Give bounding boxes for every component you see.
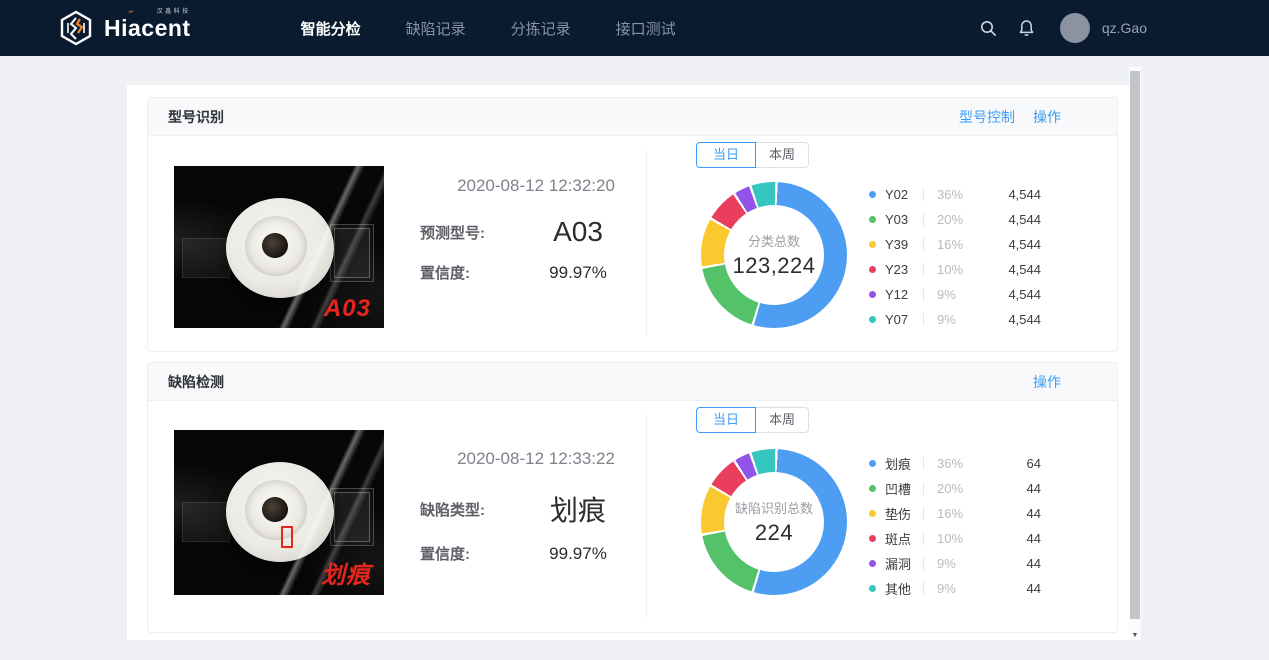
legend-item[interactable]: Y39 16% 4,544 — [869, 232, 1041, 257]
legend-dot — [869, 191, 876, 198]
chart-section: 当日 本周 分类总数 123,224 Y02 36% 4,544 — [668, 136, 1117, 350]
vertical-divider — [646, 415, 647, 617]
nav-item-defect-records[interactable]: 缺陷记录 — [406, 18, 466, 39]
navbar-right: qz.Gao — [980, 13, 1147, 43]
defect-bounding-box — [281, 526, 293, 548]
card-model-body: A03 2020-08-12 12:32:20 预测型号: A03 置信度: 9… — [148, 136, 1117, 350]
scrollbar: ▼ — [1129, 67, 1141, 640]
bell-icon[interactable] — [1018, 19, 1036, 37]
top-navbar: ˝ Hiacent 汉鑫科技 智能分检 缺陷记录 分拣记录 接口测试 qz.Ga… — [0, 0, 1269, 56]
legend-item[interactable]: Y07 9% 4,544 — [869, 307, 1041, 332]
recognition-info: 2020-08-12 12:32:20 预测型号: A03 置信度: 99.97… — [420, 176, 652, 297]
period-toggle: 当日 本周 — [696, 407, 809, 433]
vertical-divider — [646, 150, 647, 336]
chart-legend: 划痕 36% 64 凹槽 20% 44 垫伤 16% 44 — [869, 451, 1041, 601]
confidence-label: 置信度: — [420, 543, 504, 564]
user-avatar[interactable] — [1060, 13, 1090, 43]
legend-dot — [869, 535, 876, 542]
inspection-photo: 划痕 — [174, 430, 384, 595]
operate-link[interactable]: 操作 — [1033, 107, 1061, 127]
defect-type-label: 缺陷类型: — [420, 499, 504, 520]
donut-center: 分类总数 123,224 — [724, 205, 824, 305]
legend-item[interactable]: 凹槽 20% 44 — [869, 476, 1041, 501]
donut-center-value: 123,224 — [732, 253, 815, 279]
card-model-recognition: 型号识别 型号控制 操作 A03 2020-08-12 12:32:20 预测型… — [147, 97, 1118, 352]
chart-legend: Y02 36% 4,544 Y03 20% 4,544 Y39 16% — [869, 182, 1041, 332]
operate-link[interactable]: 操作 — [1033, 372, 1061, 392]
legend-dot — [869, 241, 876, 248]
fixture-right — [330, 224, 374, 282]
scrollbar-down-arrow-icon[interactable]: ▼ — [1129, 632, 1141, 639]
toggle-week-button[interactable]: 本周 — [755, 142, 809, 168]
legend-dot — [869, 291, 876, 298]
toggle-today-button[interactable]: 当日 — [696, 407, 756, 433]
username-label[interactable]: qz.Gao — [1102, 20, 1147, 36]
donut-chart[interactable]: 缺陷识别总数 224 — [701, 449, 847, 595]
fixture-right — [330, 488, 374, 546]
legend-dot — [869, 316, 876, 323]
search-icon[interactable] — [980, 19, 998, 37]
model-control-link[interactable]: 型号控制 — [959, 107, 1015, 127]
photo-annotation-label: A03 — [324, 295, 371, 323]
chart-section: 当日 本周 缺陷识别总数 224 划痕 36% 64 — [668, 401, 1117, 631]
brand-hexagon-icon — [58, 10, 94, 46]
predicted-model-value: A03 — [504, 216, 652, 248]
donut-center-value: 224 — [755, 520, 793, 546]
legend-dot — [869, 485, 876, 492]
fixture-left — [182, 238, 230, 278]
legend-dot — [869, 510, 876, 517]
donut-center-label: 分类总数 — [748, 231, 800, 250]
legend-dot — [869, 266, 876, 273]
photo-annotation-label: 划痕 — [321, 555, 371, 590]
legend-dot — [869, 460, 876, 467]
donut-center: 缺陷识别总数 224 — [724, 472, 824, 572]
card-defect-header: 缺陷检测 操作 — [148, 363, 1117, 401]
confidence-value: 99.97% — [504, 263, 652, 283]
card-defect-detection: 缺陷检测 操作 划痕 2020-08-12 12:33:22 缺陷类型: 划痕 — [147, 362, 1118, 633]
predicted-model-label: 预测型号: — [420, 222, 504, 243]
part-center-hole — [262, 497, 288, 522]
legend-item[interactable]: Y02 36% 4,544 — [869, 182, 1041, 207]
confidence-label: 置信度: — [420, 262, 504, 283]
card-model-header: 型号识别 型号控制 操作 — [148, 98, 1117, 136]
timestamp: 2020-08-12 12:33:22 — [420, 449, 652, 469]
legend-dot — [869, 560, 876, 567]
main-nav: 智能分检 缺陷记录 分拣记录 接口测试 — [301, 18, 676, 39]
inspection-photo: A03 — [174, 166, 384, 328]
donut-center-label: 缺陷识别总数 — [735, 498, 813, 517]
defect-type-value: 划痕 — [504, 489, 652, 529]
legend-item[interactable]: 其他 9% 44 — [869, 576, 1041, 601]
nav-item-sorting-records[interactable]: 分拣记录 — [511, 18, 571, 39]
card-title: 型号识别 — [168, 107, 224, 127]
brand-logo[interactable]: ˝ Hiacent 汉鑫科技 — [58, 10, 191, 46]
part-center-hole — [262, 233, 288, 258]
legend-item[interactable]: 斑点 10% 44 — [869, 526, 1041, 551]
toggle-week-button[interactable]: 本周 — [755, 407, 809, 433]
card-title: 缺陷检测 — [168, 372, 224, 392]
brand-name: ˝ Hiacent 汉鑫科技 — [104, 17, 191, 40]
scrollbar-thumb[interactable] — [1130, 71, 1140, 619]
legend-item[interactable]: 垫伤 16% 44 — [869, 501, 1041, 526]
card-defect-body: 划痕 2020-08-12 12:33:22 缺陷类型: 划痕 置信度: 99.… — [148, 401, 1117, 631]
legend-dot — [869, 216, 876, 223]
timestamp: 2020-08-12 12:32:20 — [420, 176, 652, 196]
toggle-today-button[interactable]: 当日 — [696, 142, 756, 168]
legend-item[interactable]: 划痕 36% 64 — [869, 451, 1041, 476]
brand-subtitle: 汉鑫科技 — [157, 9, 191, 15]
donut-chart[interactable]: 分类总数 123,224 — [701, 182, 847, 328]
legend-item[interactable]: Y03 20% 4,544 — [869, 207, 1041, 232]
content-panel: 型号识别 型号控制 操作 A03 2020-08-12 12:32:20 预测型… — [127, 85, 1141, 640]
confidence-value: 99.97% — [504, 544, 652, 564]
period-toggle: 当日 本周 — [696, 142, 809, 168]
nav-item-api-test[interactable]: 接口测试 — [616, 18, 676, 39]
legend-dot — [869, 585, 876, 592]
legend-item[interactable]: 漏洞 9% 44 — [869, 551, 1041, 576]
fixture-left — [182, 502, 230, 542]
detection-info: 2020-08-12 12:33:22 缺陷类型: 划痕 置信度: 99.97% — [420, 449, 652, 578]
nav-item-smart-sorting[interactable]: 智能分检 — [301, 18, 361, 39]
brand-accent-mark: ˝ — [129, 11, 133, 22]
legend-item[interactable]: Y12 9% 4,544 — [869, 282, 1041, 307]
legend-item[interactable]: Y23 10% 4,544 — [869, 257, 1041, 282]
